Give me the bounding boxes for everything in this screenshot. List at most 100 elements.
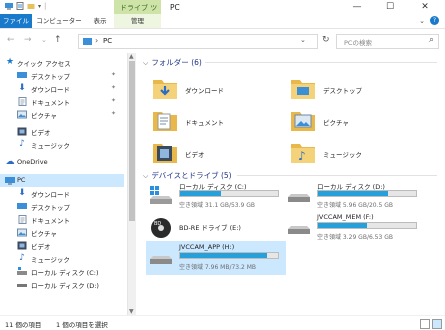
customize-qa-chevron-icon[interactable]: ▾ (38, 3, 41, 10)
recent-locations-chevron-icon[interactable]: ⌄ (41, 36, 47, 44)
folder-desktop[interactable]: デスクトップ (289, 74, 429, 104)
quick-access-toolbar: ▾ | (5, 2, 46, 10)
cloud-icon: ☁ (5, 157, 15, 167)
music-folder-icon: ♪ (291, 144, 315, 163)
folder-label: ビデオ (185, 151, 205, 159)
scroll-up-icon[interactable]: ▲ (129, 53, 134, 60)
sidebar-item-documents[interactable]: ドキュメント ✦ (0, 95, 124, 108)
drive-tools-context-tab: ドライブ ツール (114, 0, 161, 22)
sidebar-item-pc-documents[interactable]: ドキュメント (0, 213, 124, 226)
maximize-button[interactable]: ☐ (375, 0, 405, 14)
up-arrow-icon[interactable]: ↑ (54, 35, 62, 45)
sidebar-item-pc-pictures[interactable]: ピクチャ (0, 226, 124, 239)
folders-section-header[interactable]: ⌵ フォルダー (6) (143, 57, 202, 68)
tab-computer[interactable]: コンピューター (36, 14, 82, 28)
desktop-icon (17, 202, 27, 211)
drive-label: JVCCAM_MEM (F:) (317, 213, 374, 221)
tab-view[interactable]: 表示 (88, 14, 112, 28)
nav-scrollbar[interactable]: ▲ ▼ (128, 53, 136, 315)
drive-f[interactable]: JVCCAM_MEM (F:) 空き領域 3.29 GB/6.53 GB (284, 211, 424, 245)
drive-h[interactable]: JVCCAM_APP (H:) 空き領域 7.96 MB/73.2 MB (146, 241, 286, 275)
sidebar-item-quick-access[interactable]: ★ クイック アクセス (0, 56, 124, 69)
details-view-icon[interactable] (420, 319, 430, 329)
sidebar-item-onedrive[interactable]: ☁ OneDrive (0, 156, 124, 169)
sidebar-item-pc-music[interactable]: ♪ ミュージック (0, 252, 124, 265)
sidebar-item-drive-d[interactable]: ローカル ディスク (D:) (0, 278, 124, 291)
videos-folder-icon (153, 144, 177, 163)
drive-free-space: 空き領域 5.96 GB/20.5 GB (317, 202, 393, 209)
folder-downloads[interactable]: ダウンロード (151, 74, 291, 104)
breadcrumb-chevron-icon[interactable]: › (95, 36, 98, 45)
search-input[interactable]: PCの検索 ⌕ (336, 34, 439, 49)
address-bar[interactable]: › PC ⌄ (78, 34, 318, 49)
properties-icon[interactable] (16, 2, 24, 10)
drive-usage-fill (180, 253, 268, 258)
large-icons-view-icon[interactable] (432, 319, 442, 329)
pc-icon[interactable] (5, 2, 13, 10)
documents-icon (17, 97, 27, 106)
search-icon[interactable]: ⌕ (429, 35, 434, 45)
scroll-down-icon[interactable]: ▼ (129, 308, 134, 315)
drive-icon (288, 194, 310, 202)
folder-music[interactable]: ♪ ミュージック (289, 138, 429, 168)
drive-c[interactable]: ローカル ディスク (C:) 空き領域 31.1 GB/53.9 GB (146, 179, 286, 213)
back-arrow-icon[interactable]: ← (7, 35, 15, 45)
tab-manage[interactable]: 管理 (114, 14, 161, 28)
title-bar: ▾ | ドライブ ツール PC — ☐ ✕ (0, 0, 445, 22)
pictures-icon (17, 110, 27, 119)
refresh-icon[interactable]: ↻ (322, 35, 330, 45)
sidebar-item-label: ピクチャ (31, 112, 57, 120)
sidebar-item-downloads[interactable]: ⬇ ダウンロード ✦ (0, 82, 124, 95)
minimize-button[interactable]: — (342, 0, 372, 14)
help-icon[interactable]: ? (430, 16, 439, 25)
address-history-chevron-icon[interactable]: ⌄ (300, 36, 306, 44)
folder-label: デスクトップ (323, 87, 362, 95)
download-icon: ⬇ (18, 188, 26, 198)
section-divider (237, 175, 437, 176)
drive-e[interactable]: BD BD-RE ドライブ (E:) (146, 211, 286, 245)
new-folder-icon[interactable] (27, 2, 35, 10)
sidebar-item-label: ピクチャ (31, 230, 57, 238)
sidebar-item-label: ミュージック (31, 256, 70, 264)
folder-documents[interactable]: ドキュメント (151, 106, 291, 136)
sidebar-item-pc-downloads[interactable]: ⬇ ダウンロード (0, 187, 124, 200)
drive-usage-fill (180, 191, 222, 196)
sidebar-item-label: ドキュメント (31, 217, 70, 225)
sidebar-item-music[interactable]: ♪ ミュージック (0, 138, 124, 151)
sidebar-item-pc[interactable]: PC (0, 174, 124, 187)
tab-file[interactable]: ファイル (0, 14, 32, 28)
sidebar-item-label: PC (17, 176, 26, 184)
sidebar-item-label: ビデオ (31, 129, 51, 137)
pin-icon: ✦ (111, 110, 117, 117)
breadcrumb[interactable]: PC (103, 37, 112, 45)
videos-icon (17, 241, 27, 250)
collapse-chevron-icon[interactable]: ⌵ (143, 59, 148, 67)
drive-c-icon (150, 186, 172, 204)
expand-ribbon-chevron-icon[interactable]: ⌄ (419, 17, 425, 25)
sidebar-item-label: クイック アクセス (17, 60, 71, 68)
sidebar-item-videos[interactable]: ビデオ (0, 125, 124, 138)
drive-usage-bar (317, 222, 417, 229)
videos-icon (17, 127, 27, 136)
search-placeholder: PCの検索 (344, 39, 372, 47)
drive-label: BD-RE ドライブ (E:) (179, 224, 241, 232)
drive-usage-fill (318, 191, 388, 196)
sidebar-item-drive-c[interactable]: ローカル ディスク (C:) (0, 265, 124, 278)
drive-usage-fill (318, 223, 367, 228)
forward-arrow-icon[interactable]: → (24, 35, 32, 45)
svg-text:♪: ♪ (298, 149, 306, 163)
download-icon: ⬇ (18, 83, 26, 93)
folder-pictures[interactable]: ピクチャ (289, 106, 429, 136)
folder-videos[interactable]: ビデオ (151, 138, 291, 168)
sidebar-item-desktop[interactable]: デスクトップ ✦ (0, 69, 124, 82)
section-divider (205, 62, 437, 63)
drive-d[interactable]: ローカル ディスク (D:) 空き領域 5.96 GB/20.5 GB (284, 179, 424, 213)
sidebar-item-label: OneDrive (17, 158, 48, 166)
close-button[interactable]: ✕ (410, 0, 440, 14)
sidebar-item-pc-videos[interactable]: ビデオ (0, 239, 124, 252)
scrollbar-thumb[interactable] (129, 61, 135, 221)
drive-label: JVCCAM_APP (H:) (179, 243, 235, 251)
sidebar-item-pc-desktop[interactable]: デスクトップ (0, 200, 124, 213)
sidebar-item-pictures[interactable]: ピクチャ ✦ (0, 108, 124, 121)
status-bar: 11 個の項目 1 個の項目を選択 (0, 315, 445, 330)
